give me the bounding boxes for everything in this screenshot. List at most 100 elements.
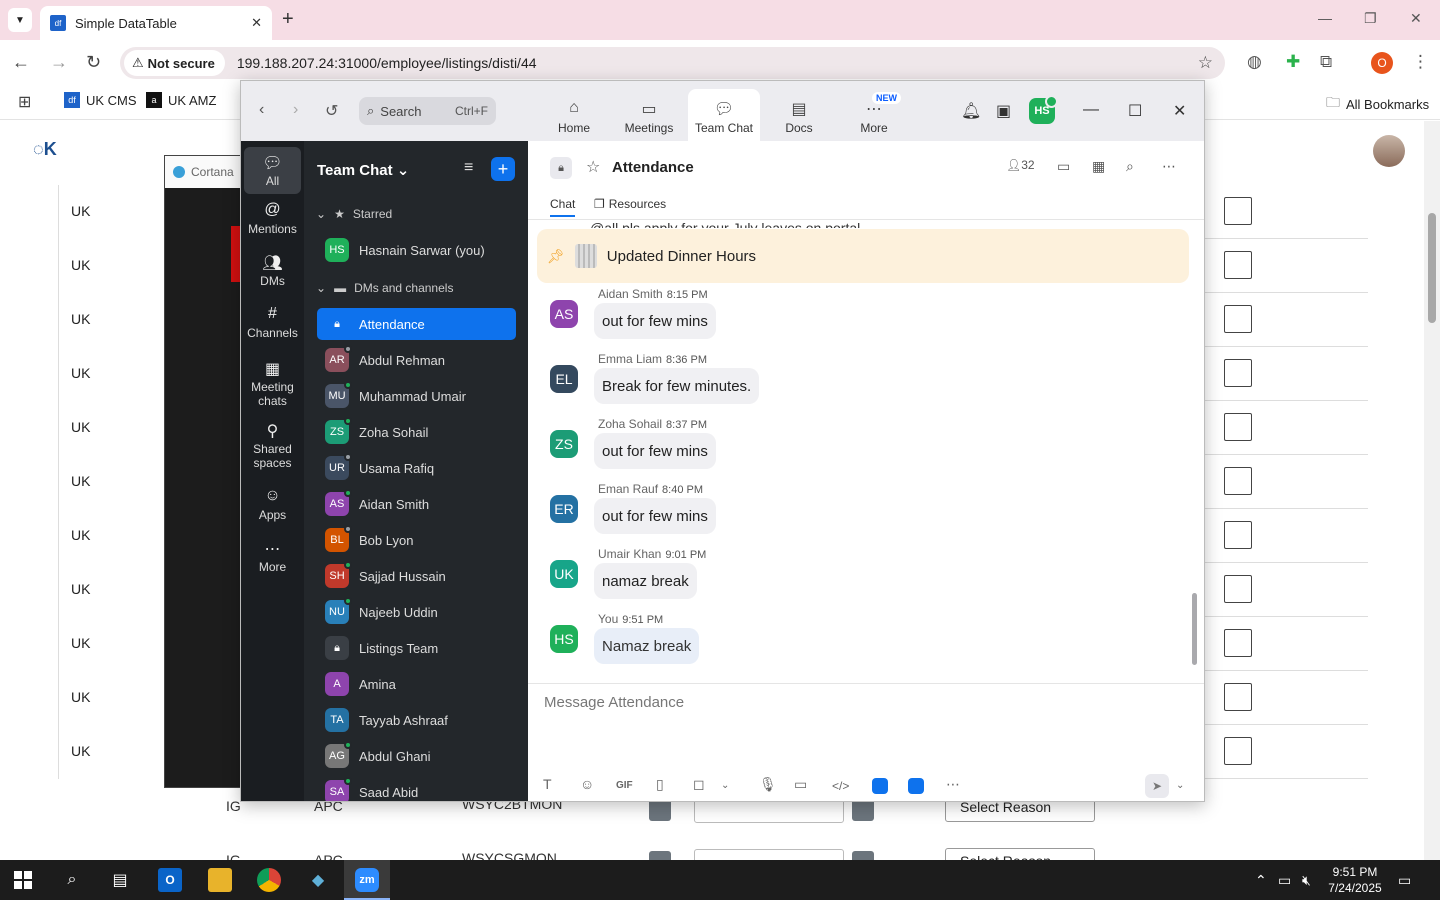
avatar[interactable]: ZS: [550, 430, 578, 458]
nav-all[interactable]: 💬︎ All: [244, 147, 301, 194]
chat-scrollbar[interactable]: [1192, 593, 1197, 665]
list-item[interactable]: ZS Zoha Sohail: [317, 416, 516, 448]
row-checkbox[interactable]: [1224, 683, 1252, 711]
row-checkbox[interactable]: [1224, 575, 1252, 603]
zoom-app-icon[interactable]: [872, 778, 888, 794]
system-clock[interactable]: 9:51 PM 7/24/2025: [1320, 864, 1390, 896]
copy-button-4[interactable]: [852, 851, 874, 860]
avatar[interactable]: HS: [550, 625, 578, 653]
maximize-icon[interactable]: ☐: [1128, 101, 1142, 121]
restore-window-button[interactable]: ❐: [1364, 10, 1377, 27]
chat-message[interactable]: ZS Zoha Sohail 8:37 PM out for few mins: [550, 417, 1150, 477]
chat-message[interactable]: ER Eman Rauf 8:40 PM out for few mins: [550, 482, 1150, 542]
chat-message[interactable]: AS Aidan Smith 8:15 PM out for few mins: [550, 287, 1150, 347]
browser-tab[interactable]: df Simple DataTable ✕: [40, 6, 272, 40]
team-chat-dropdown[interactable]: Team Chat ⌄: [317, 161, 409, 179]
bookmark-star-icon[interactable]: ☆: [1198, 53, 1213, 73]
volume-muted-icon[interactable]: 🔇︎: [1302, 872, 1311, 889]
tab-home[interactable]: ⌂ Home: [538, 89, 610, 141]
close-icon[interactable]: ✕: [1173, 101, 1186, 121]
more-icon[interactable]: ⋯: [946, 776, 960, 793]
list-item[interactable]: SA Saad Abid: [317, 776, 516, 801]
calendar-icon[interactable]: ▦: [1092, 158, 1105, 175]
send-icon[interactable]: ➤: [1145, 774, 1169, 798]
tab-team-chat[interactable]: 💬︎ Team Chat: [688, 89, 760, 141]
file-icon[interactable]: ▯: [656, 776, 664, 793]
copy-button-2[interactable]: [852, 799, 874, 821]
tab-docs[interactable]: ▤ Docs: [763, 89, 835, 141]
dms-section[interactable]: ⌄ ▬ DMs and channels: [316, 281, 453, 295]
nav-dms[interactable]: 👥︎ DMs: [244, 253, 301, 288]
search-icon[interactable]: ⌕: [1126, 158, 1134, 175]
row-checkbox[interactable]: [1224, 467, 1252, 495]
nav-meeting-chats[interactable]: ▦ Meeting chats: [244, 359, 301, 408]
row-checkbox[interactable]: [1224, 737, 1252, 765]
starred-section[interactable]: ⌄ ★ Starred: [316, 207, 392, 221]
task-view-icon[interactable]: ▤: [108, 868, 132, 892]
forward-icon[interactable]: →: [50, 52, 68, 73]
message-input[interactable]: [544, 694, 1144, 711]
screenshot-icon[interactable]: ◻: [693, 776, 705, 793]
reload-icon[interactable]: ↻: [86, 52, 101, 73]
row-checkbox[interactable]: [1224, 251, 1252, 279]
outlook-icon[interactable]: O: [158, 868, 182, 892]
close-tab-icon[interactable]: ✕: [251, 15, 262, 31]
list-item[interactable]: TA Tayyab Ashraaf: [317, 704, 516, 736]
filter-icon[interactable]: ≡: [464, 159, 473, 177]
minimize-window-button[interactable]: —: [1318, 10, 1332, 26]
video-icon[interactable]: ▭: [1057, 158, 1070, 175]
row-checkbox[interactable]: [1224, 197, 1252, 225]
chevron-down-icon[interactable]: ⌄: [721, 780, 729, 791]
list-item[interactable]: AR Abdul Rehman: [317, 344, 516, 376]
translate-icon[interactable]: ◍: [1247, 52, 1262, 72]
row-checkbox[interactable]: [1224, 629, 1252, 657]
text-format-icon[interactable]: T: [543, 776, 552, 792]
apps-grid-icon[interactable]: ⊞: [18, 92, 31, 112]
more-icon[interactable]: ⋯: [1162, 158, 1176, 175]
copy-button[interactable]: [649, 799, 671, 821]
back-icon[interactable]: ←: [12, 52, 30, 73]
video-message-icon[interactable]: ▭: [794, 776, 807, 793]
avatar[interactable]: EL: [550, 365, 578, 393]
zoom-app-2-icon[interactable]: [908, 778, 924, 794]
list-item[interactable]: 🔒︎ Listings Team: [317, 632, 516, 664]
tab-more[interactable]: ⋯ More NEW: [838, 89, 910, 141]
bell-icon[interactable]: 🔔︎: [961, 101, 981, 121]
avatar[interactable]: UK: [550, 560, 578, 588]
tab-search-button[interactable]: ▼: [8, 8, 32, 32]
members-count[interactable]: 👤︎32: [1006, 158, 1035, 172]
profile-avatar[interactable]: O: [1371, 52, 1393, 74]
list-item[interactable]: NU Najeeb Uddin: [317, 596, 516, 628]
chat-message[interactable]: EL Emma Liam 8:36 PM Break for few minutes.: [550, 352, 1150, 412]
chat-message[interactable]: HS You 9:51 PM Namaz break: [550, 612, 1150, 672]
search-icon[interactable]: ⌕: [60, 868, 84, 892]
list-item-self[interactable]: HS Hasnain Sarwar (you): [317, 234, 516, 266]
list-item[interactable]: A Amina: [317, 668, 516, 700]
reason-select-2[interactable]: Select Reason: [945, 848, 1095, 860]
send-options-chevron-icon[interactable]: ⌄: [1176, 780, 1184, 791]
avatar[interactable]: ER: [550, 495, 578, 523]
pinned-message[interactable]: 📌︎ Updated Dinner Hours: [537, 229, 1189, 283]
list-item[interactable]: 🔒︎ Attendance: [317, 308, 516, 340]
app-diamond-icon[interactable]: ◆: [306, 868, 330, 892]
nav-apps[interactable]: ☺ Apps: [244, 487, 301, 522]
browser-menu-icon[interactable]: ⋮: [1412, 52, 1429, 72]
zoom-search[interactable]: ⌕ Search Ctrl+F: [359, 97, 496, 125]
list-item[interactable]: MU Muhammad Umair: [317, 380, 516, 412]
minimize-icon[interactable]: —: [1083, 101, 1099, 119]
new-tab-button[interactable]: +: [282, 8, 294, 31]
user-avatar[interactable]: HS: [1029, 95, 1058, 124]
extension-plus-icon[interactable]: ✚: [1286, 52, 1300, 72]
file-explorer-icon[interactable]: [208, 868, 232, 892]
close-window-button[interactable]: ✕: [1410, 10, 1422, 27]
chat-message[interactable]: UK Umair Khan 9:01 PM namaz break: [550, 547, 1150, 607]
tray-chevron-icon[interactable]: ⌃: [1255, 872, 1267, 889]
all-bookmarks[interactable]: 🗀 All Bookmarks: [1326, 92, 1429, 116]
nav-channels[interactable]: # Channels: [244, 305, 301, 340]
avatar[interactable]: AS: [550, 300, 578, 328]
row-checkbox[interactable]: [1224, 305, 1252, 333]
tab-resources[interactable]: ❐ Resources: [594, 197, 666, 211]
microphone-icon[interactable]: 🎙︎: [759, 776, 777, 793]
copy-button-3[interactable]: [649, 851, 671, 860]
bookmark-uk-cms[interactable]: df UK CMS: [64, 92, 137, 108]
